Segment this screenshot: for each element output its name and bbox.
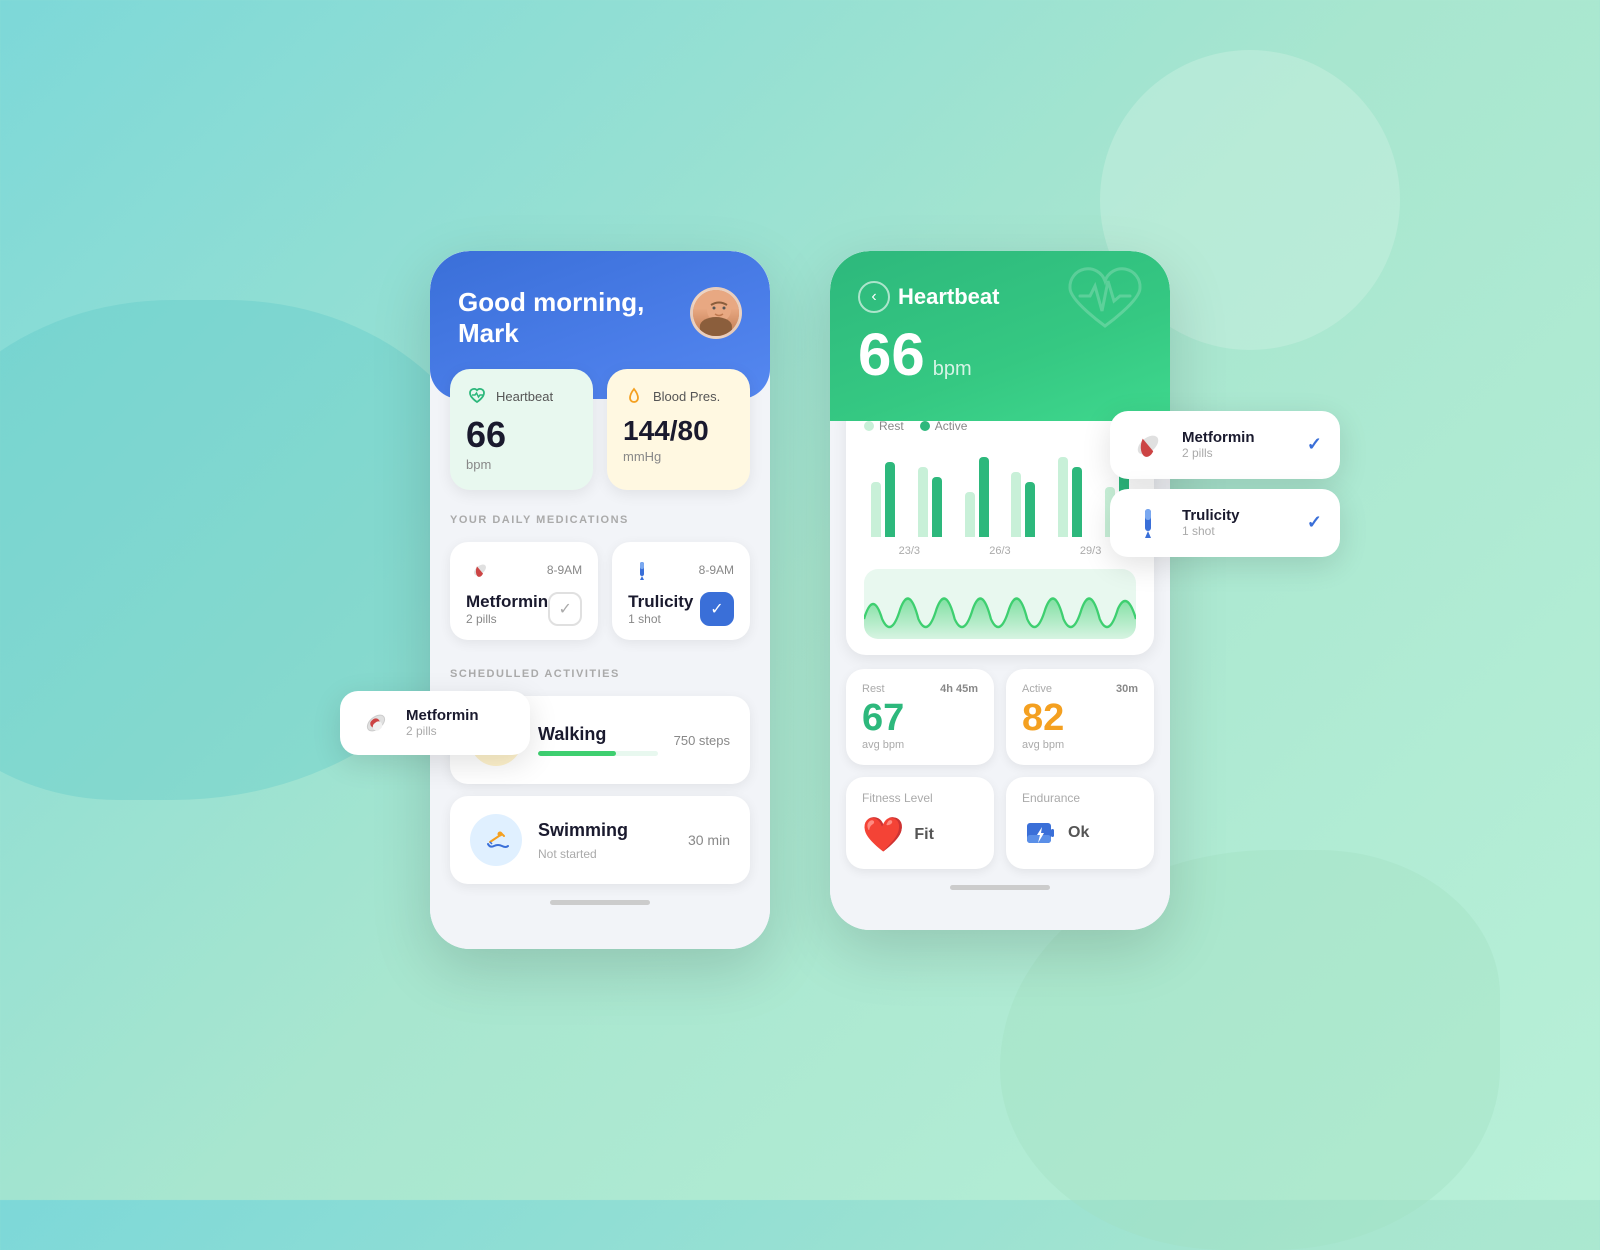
- trulicity-time: 8-9AM: [699, 563, 734, 577]
- rest-mode-label: Rest: [862, 683, 885, 695]
- fitness-level-value: Fit: [914, 826, 934, 844]
- metformin-right-name: Metformin: [1182, 429, 1293, 446]
- endurance-icon-wrap: Ok: [1022, 815, 1138, 851]
- greeting-text: Good morning, Mark: [458, 287, 644, 349]
- battery-icon: [1022, 815, 1058, 851]
- home-indicator: [550, 900, 650, 905]
- heartbeat-value: 66: [466, 417, 577, 453]
- bpm-value: 66: [858, 325, 925, 385]
- endurance-value: Ok: [1068, 824, 1089, 842]
- metformin-dose: 2 pills: [466, 612, 548, 626]
- medications-section-title: YOUR DAILY MEDICATIONS: [450, 514, 750, 526]
- heartbeat-title: Heartbeat: [898, 284, 999, 310]
- floating-med-name: Metformin: [406, 707, 479, 724]
- rest-stat-card: Rest 4h 45m 67 avg bpm: [846, 669, 994, 765]
- fitness-icon-wrap: ❤️ Fit: [862, 815, 978, 855]
- active-mode-label: Active: [1022, 683, 1052, 695]
- legend-rest: Rest: [864, 419, 904, 433]
- chart-legend: Rest Active: [864, 419, 1136, 433]
- floating-meds-right: Metformin 2 pills ✓ Trulicity 1 shot: [1110, 411, 1340, 557]
- swimming-duration: 30 min: [688, 832, 730, 848]
- trulicity-check[interactable]: ✓: [700, 592, 734, 626]
- swimming-icon-wrap: [470, 814, 522, 866]
- walking-steps: 750 steps: [674, 733, 730, 748]
- capsule-icon: [1128, 425, 1168, 465]
- blood-pressure-card[interactable]: Blood Pres. 144/80 mmHg: [607, 369, 750, 490]
- heart-icon: [466, 385, 488, 407]
- wave-chart: [864, 569, 1136, 639]
- pen-icon: [1128, 503, 1168, 543]
- swimming-status: Not started: [538, 847, 672, 861]
- rest-avg-label: avg bpm: [862, 739, 978, 751]
- chart-card: Rest Active: [846, 401, 1154, 655]
- active-avg-label: avg bpm: [1022, 739, 1138, 751]
- swimming-activity-card[interactable]: Swimming Not started 30 min: [450, 796, 750, 884]
- right-home-indicator: [950, 885, 1050, 890]
- phones-container: Metformin 2 pills Good morning, Mark: [430, 251, 1170, 949]
- floating-med-dose: 2 pills: [406, 724, 479, 738]
- endurance-label: Endurance: [1022, 791, 1138, 805]
- metformin-icon: [466, 556, 494, 584]
- trulicity-icon: [628, 556, 656, 584]
- metrics-row: Heartbeat 66 bpm Blood Pres. 144/: [430, 369, 770, 490]
- active-time: 30m: [1116, 683, 1138, 695]
- medications-row: 8-9AM Metformin 2 pills ✓: [450, 542, 750, 640]
- floating-pill-icon: [358, 705, 394, 741]
- swimming-name: Swimming: [538, 820, 672, 841]
- fitness-level-label: Fitness Level: [862, 791, 978, 805]
- fitness-level-card: Fitness Level ❤️ Fit: [846, 777, 994, 869]
- left-phone: Metformin 2 pills Good morning, Mark: [430, 251, 770, 949]
- stats-grid: Rest 4h 45m 67 avg bpm Active 30m 82: [846, 669, 1154, 869]
- floating-metformin-card: Metformin 2 pills: [340, 691, 530, 755]
- bar-chart: [864, 447, 1136, 537]
- metformin-name: Metformin: [466, 592, 548, 612]
- trulicity-right-info: Trulicity 1 shot: [1182, 507, 1293, 538]
- active-stat-card: Active 30m 82 avg bpm: [1006, 669, 1154, 765]
- metformin-right-check: ✓: [1307, 434, 1322, 455]
- active-bpm: 82: [1022, 699, 1138, 737]
- metformin-card[interactable]: 8-9AM Metformin 2 pills ✓: [450, 542, 598, 640]
- walking-progress-fill: [538, 751, 616, 756]
- heart-fitness-icon: ❤️: [862, 815, 904, 855]
- trulicity-right-name: Trulicity: [1182, 507, 1293, 524]
- bp-unit: mmHg: [623, 449, 734, 464]
- bar-labels: 23/3 26/3 29/3: [864, 545, 1136, 557]
- trulicity-name: Trulicity: [628, 592, 693, 612]
- rest-time: 4h 45m: [940, 683, 978, 695]
- activities-section-title: SCHEDULLED ACTIVITIES: [450, 668, 750, 680]
- trulicity-card[interactable]: 8-9AM Trulicity 1 shot ✓: [612, 542, 750, 640]
- back-circle-icon: ‹: [858, 281, 890, 313]
- bp-label: Blood Pres.: [653, 389, 720, 404]
- heartbeat-header: ‹ Heartbeat 66 bpm: [830, 251, 1170, 421]
- right-phone: Metformin 2 pills ✓ Trulicity 1 shot: [830, 251, 1170, 930]
- trulicity-dose: 1 shot: [628, 612, 693, 626]
- metformin-right-dose: 2 pills: [1182, 446, 1293, 460]
- bpm-unit: bpm: [933, 358, 972, 381]
- floating-trulicity-right: Trulicity 1 shot ✓: [1110, 489, 1340, 557]
- trulicity-right-dose: 1 shot: [1182, 524, 1293, 538]
- trulicity-right-check: ✓: [1307, 512, 1322, 533]
- bp-value: 144/80: [623, 417, 734, 445]
- heartbeat-label: Heartbeat: [496, 389, 553, 404]
- walking-info: Walking: [538, 724, 658, 756]
- metformin-time: 8-9AM: [547, 563, 582, 577]
- metformin-right-info: Metformin 2 pills: [1182, 429, 1293, 460]
- avatar[interactable]: [690, 287, 742, 339]
- endurance-card: Endurance Ok: [1006, 777, 1154, 869]
- metformin-check[interactable]: ✓: [548, 592, 582, 626]
- walking-progress-bar: [538, 751, 658, 756]
- heartbeat-card[interactable]: Heartbeat 66 bpm: [450, 369, 593, 490]
- drop-icon: [623, 385, 645, 407]
- legend-active: Active: [920, 419, 968, 433]
- rest-bpm: 67: [862, 699, 978, 737]
- walking-name: Walking: [538, 724, 658, 745]
- swimming-info: Swimming Not started: [538, 820, 672, 861]
- floating-metformin-right: Metformin 2 pills ✓: [1110, 411, 1340, 479]
- heartbeat-unit: bpm: [466, 457, 577, 472]
